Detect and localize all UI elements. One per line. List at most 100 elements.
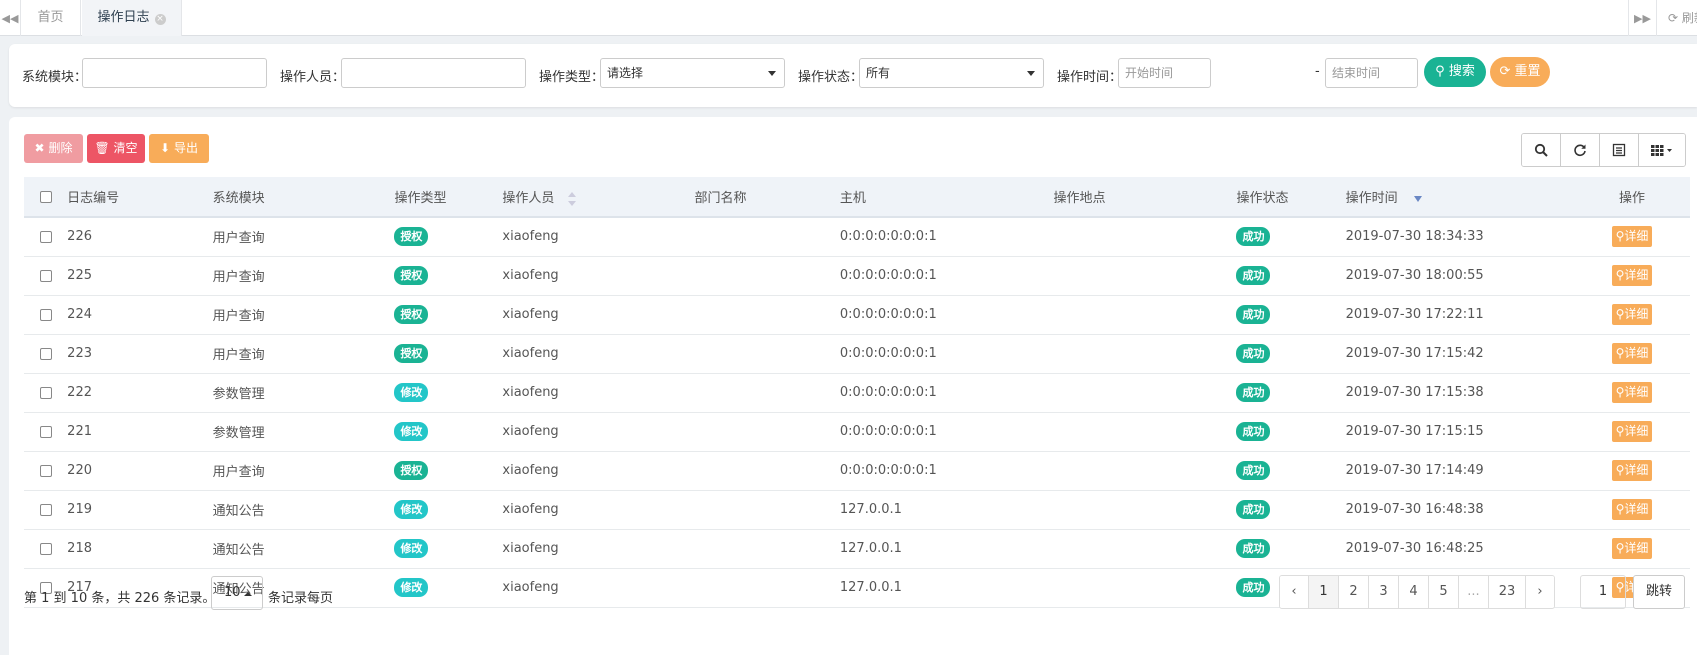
prev-page-button[interactable]: ‹ xyxy=(1280,576,1309,608)
detail-button[interactable]: ⚲详细 xyxy=(1611,499,1653,520)
cell-actions: ⚲详细 xyxy=(1573,412,1690,452)
status-badge: 成功 xyxy=(1236,578,1271,597)
clear-button[interactable]: 🗑 清空 xyxy=(87,134,145,163)
select-all-checkbox[interactable] xyxy=(39,190,52,203)
type-select[interactable]: 请选择 xyxy=(600,58,785,88)
cell-operator: xiaofeng xyxy=(502,412,695,452)
columns-toggle-button[interactable] xyxy=(1639,134,1685,166)
header-select-all[interactable] xyxy=(24,177,68,218)
row-checkbox[interactable] xyxy=(39,425,52,438)
jump-page-input[interactable]: 1 xyxy=(1580,575,1626,609)
delete-button[interactable]: ✖ 删除 xyxy=(24,134,83,163)
row-select-cell[interactable] xyxy=(24,490,68,530)
operator-input[interactable] xyxy=(341,58,526,88)
detail-button[interactable]: ⚲详细 xyxy=(1611,460,1653,481)
start-time-input[interactable] xyxy=(1118,58,1211,88)
status-badge: 成功 xyxy=(1236,539,1271,558)
detail-button[interactable]: ⚲详细 xyxy=(1611,421,1653,442)
cell-operator: xiaofeng xyxy=(502,256,695,296)
cell-status: 成功 xyxy=(1236,451,1346,491)
sort-desc-icon[interactable] xyxy=(1413,195,1422,202)
toggle-search-button[interactable] xyxy=(1522,134,1561,166)
cell-log-id: 221 xyxy=(67,412,213,452)
cell-time: 2019-07-30 18:00:55 xyxy=(1345,256,1574,296)
close-icon[interactable]: × xyxy=(154,14,166,25)
cell-module: 用户查询 xyxy=(212,334,395,374)
sort-icon[interactable] xyxy=(568,191,577,206)
refresh-table-button[interactable] xyxy=(1561,134,1600,166)
detail-button-label: 详细 xyxy=(1624,229,1649,244)
cell-time: 2019-07-30 17:15:15 xyxy=(1345,412,1574,452)
row-checkbox[interactable] xyxy=(39,386,52,399)
cell-type: 授权 xyxy=(394,256,503,296)
header-host[interactable]: 主机 xyxy=(839,177,1054,218)
header-location[interactable]: 操作地点 xyxy=(1053,177,1237,218)
row-checkbox[interactable] xyxy=(39,308,52,321)
row-checkbox[interactable] xyxy=(39,269,52,282)
row-checkbox[interactable] xyxy=(39,503,52,516)
row-select-cell[interactable] xyxy=(24,256,68,296)
next-page-button[interactable]: › xyxy=(1526,576,1554,608)
detail-button[interactable]: ⚲详细 xyxy=(1611,382,1653,403)
row-select-cell[interactable] xyxy=(24,217,68,257)
module-input[interactable] xyxy=(82,58,267,88)
page-2-button[interactable]: 2 xyxy=(1339,576,1369,608)
page-4-button[interactable]: 4 xyxy=(1399,576,1429,608)
header-log-id[interactable]: 日志编号 xyxy=(67,177,213,218)
row-checkbox[interactable] xyxy=(39,464,52,477)
cell-host: 127.0.0.1 xyxy=(839,568,1054,608)
row-checkbox[interactable] xyxy=(39,347,52,360)
type-badge: 修改 xyxy=(394,539,429,558)
detail-button[interactable]: ⚲详细 xyxy=(1611,343,1653,364)
tab-operation-log[interactable]: 操作日志 × xyxy=(82,0,182,36)
tab-home[interactable]: 首页 xyxy=(21,0,81,36)
header-status[interactable]: 操作状态 xyxy=(1236,177,1346,218)
cell-status: 成功 xyxy=(1236,373,1346,413)
row-select-cell[interactable] xyxy=(24,451,68,491)
cell-module: 用户查询 xyxy=(212,451,395,491)
page-23-button[interactable]: 23 xyxy=(1489,576,1526,608)
row-select-cell[interactable] xyxy=(24,529,68,569)
row-select-cell[interactable] xyxy=(24,412,68,452)
search-icon: ⚲ xyxy=(1435,64,1445,79)
page-5-button[interactable]: 5 xyxy=(1429,576,1459,608)
table-row: 223 用户查询 授权 xiaofeng 0:0:0:0:0:0:0:1 成功 2019-0… xyxy=(24,334,1690,374)
row-select-cell[interactable] xyxy=(24,373,68,413)
header-operator[interactable]: 操作人员 xyxy=(502,177,695,218)
page-1-button[interactable]: 1 xyxy=(1309,576,1339,608)
cell-host: 0:0:0:0:0:0:0:1 xyxy=(839,295,1054,335)
tab-refresh-button[interactable]: ⟳ 刷新 xyxy=(1656,0,1697,36)
table-row: 226 用户查询 授权 xiaofeng 0:0:0:0:0:0:0:1 成功 2019-0… xyxy=(24,217,1690,257)
tab-scroll-left-button[interactable]: ◀◀ xyxy=(0,0,21,36)
cell-host: 0:0:0:0:0:0:0:1 xyxy=(839,256,1054,296)
end-time-input[interactable] xyxy=(1325,58,1418,88)
cell-actions: ⚲详细 xyxy=(1573,217,1690,257)
row-select-cell[interactable] xyxy=(24,334,68,374)
toggle-card-view-button[interactable] xyxy=(1600,134,1639,166)
header-module[interactable]: 系统模块 xyxy=(212,177,395,218)
jump-button[interactable]: 跳转 xyxy=(1633,575,1685,609)
header-type[interactable]: 操作类型 xyxy=(394,177,503,218)
page-3-button[interactable]: 3 xyxy=(1369,576,1399,608)
row-checkbox[interactable] xyxy=(39,542,52,555)
reset-button[interactable]: ⟳ 重置 xyxy=(1490,57,1550,87)
cell-operator: xiaofeng xyxy=(502,451,695,491)
row-checkbox[interactable] xyxy=(39,230,52,243)
header-dept[interactable]: 部门名称 xyxy=(694,177,840,218)
detail-button[interactable]: ⚲详细 xyxy=(1611,265,1653,286)
search-button[interactable]: ⚲ 搜索 xyxy=(1424,57,1486,87)
cell-module: 通知公告 xyxy=(212,490,395,530)
cell-actions: ⚲详细 xyxy=(1573,451,1690,491)
status-select[interactable]: 所有 xyxy=(859,58,1044,88)
header-time[interactable]: 操作时间 xyxy=(1345,177,1574,218)
page-size-select[interactable]: 10 xyxy=(211,576,263,610)
header-actions: 操作 xyxy=(1573,177,1690,218)
search-form: 系统模块： 操作人员： 操作类型： 请选择 操作状态： 所有 操作时间： - ⚲… xyxy=(9,44,1697,107)
export-button[interactable]: ⬇ 导出 xyxy=(149,134,209,163)
detail-button[interactable]: ⚲详细 xyxy=(1611,538,1653,559)
detail-button-label: 详细 xyxy=(1624,541,1649,555)
detail-button[interactable]: ⚲详细 xyxy=(1611,304,1653,325)
tab-scroll-right-button[interactable]: ▶▶ xyxy=(1628,0,1656,36)
detail-button[interactable]: ⚲详细 xyxy=(1611,226,1653,248)
row-select-cell[interactable] xyxy=(24,295,68,335)
